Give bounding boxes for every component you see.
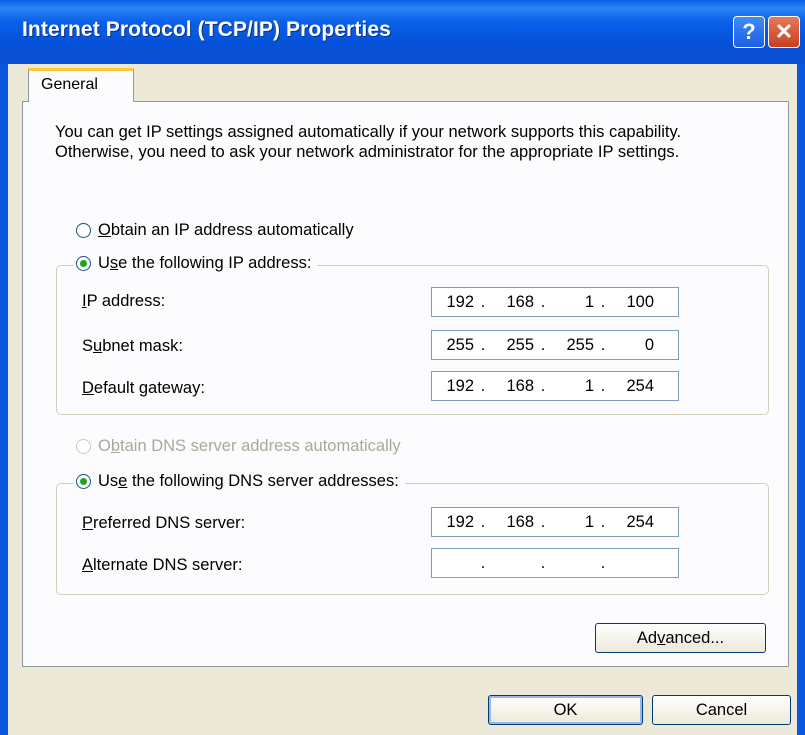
help-button[interactable]: ? bbox=[733, 16, 765, 48]
radio-button-selected-icon[interactable] bbox=[76, 256, 91, 271]
radio-label: Use the following IP address: bbox=[98, 254, 312, 272]
window-title: Internet Protocol (TCP/IP) Properties bbox=[22, 18, 391, 41]
preferred-dns-label: Preferred DNS server: bbox=[82, 514, 246, 532]
dns-server-group bbox=[56, 483, 769, 595]
radio-obtain-dns-auto[interactable]: Obtain DNS server address automatically bbox=[76, 437, 401, 456]
radio-label: Obtain DNS server address automatically bbox=[98, 437, 401, 455]
subnet-mask-label: Subnet mask: bbox=[82, 337, 183, 355]
tab-general[interactable]: General bbox=[28, 68, 134, 102]
advanced-button[interactable]: Advanced... bbox=[595, 623, 766, 653]
window-border-left bbox=[0, 64, 8, 735]
radio-button-selected-icon[interactable] bbox=[76, 474, 91, 489]
radio-use-following-dns[interactable]: Use the following DNS server addresses: bbox=[74, 472, 405, 491]
alternate-dns-field[interactable]: ... bbox=[431, 548, 679, 578]
alternate-dns-label: Alternate DNS server: bbox=[82, 556, 243, 574]
cancel-button[interactable]: Cancel bbox=[652, 695, 791, 725]
window-border-right bbox=[797, 64, 805, 735]
radio-label: Use the following DNS server addresses: bbox=[98, 472, 399, 490]
default-gateway-field[interactable]: 192. 168. 1. 254 bbox=[431, 371, 679, 401]
radio-button-disabled-icon[interactable] bbox=[76, 439, 91, 454]
radio-button-icon[interactable] bbox=[76, 223, 91, 238]
ip-address-label: IP address: bbox=[82, 292, 166, 310]
radio-obtain-ip-auto[interactable]: Obtain an IP address automatically bbox=[76, 221, 354, 240]
advanced-button-label: Advanced... bbox=[636, 628, 725, 647]
dialog-window: Internet Protocol (TCP/IP) Properties ? … bbox=[0, 0, 805, 735]
close-icon: ✕ bbox=[774, 19, 794, 44]
tab-general-label: General bbox=[41, 76, 98, 93]
help-icon: ? bbox=[742, 19, 756, 44]
preferred-dns-field[interactable]: 192. 168. 1. 254 bbox=[431, 507, 679, 537]
close-button[interactable]: ✕ bbox=[768, 16, 800, 48]
radio-label: Obtain an IP address automatically bbox=[98, 221, 354, 239]
radio-use-following-ip[interactable]: Use the following IP address: bbox=[74, 254, 318, 273]
ip-address-field[interactable]: 192. 168. 1. 100 bbox=[431, 287, 679, 317]
default-gateway-label: Default gateway: bbox=[82, 379, 205, 397]
ok-button[interactable]: OK bbox=[488, 695, 643, 725]
subnet-mask-field[interactable]: 255. 255. 255. 0 bbox=[431, 330, 679, 360]
intro-text: You can get IP settings assigned automat… bbox=[55, 123, 682, 161]
title-bar[interactable]: Internet Protocol (TCP/IP) Properties ? … bbox=[0, 0, 805, 64]
